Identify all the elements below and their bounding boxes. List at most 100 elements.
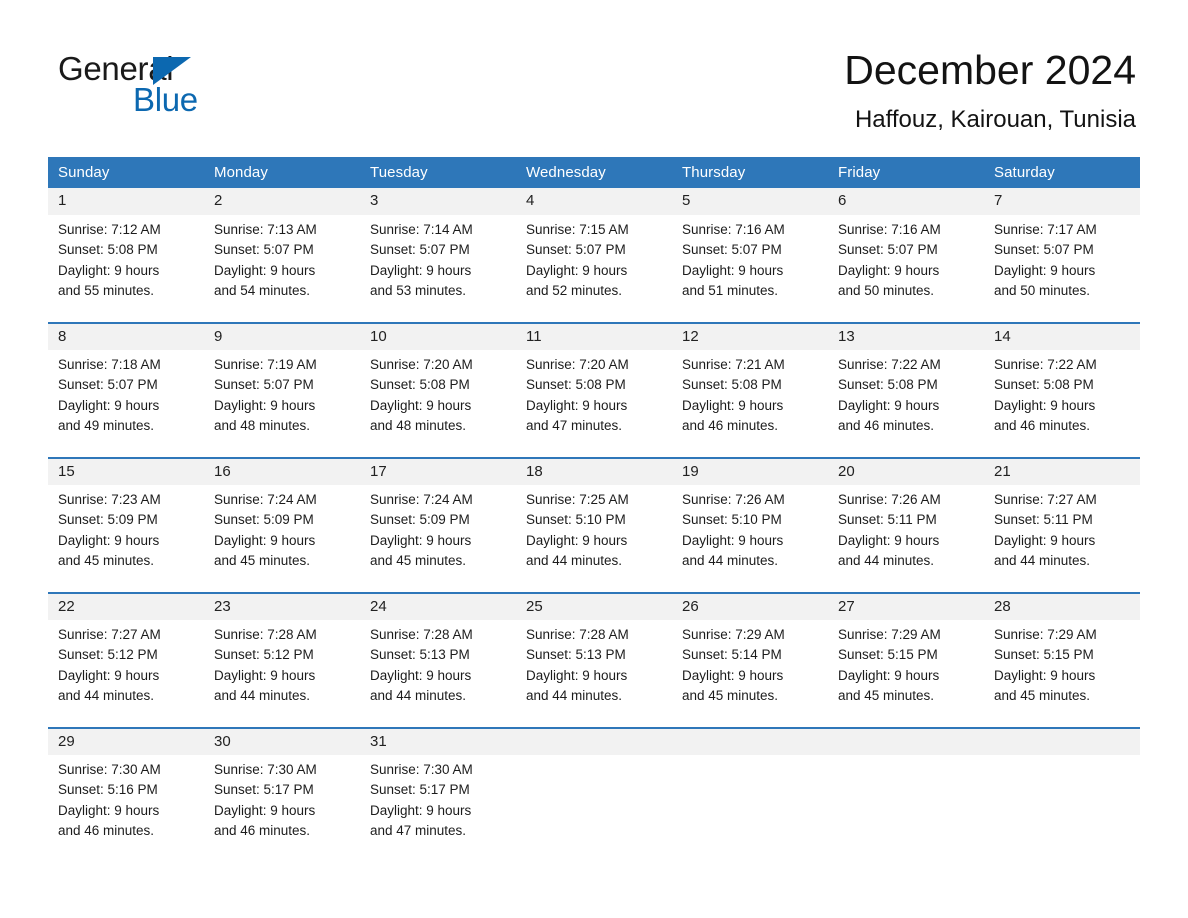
day-cell[interactable]: Sunrise: 7:12 AM Sunset: 5:08 PM Dayligh… — [48, 215, 204, 323]
day-cell[interactable]: Sunrise: 7:16 AM Sunset: 5:07 PM Dayligh… — [672, 215, 828, 323]
week-4-daynumber-row: 22 23 24 25 26 27 28 — [48, 592, 1140, 620]
day-cell[interactable]: Sunrise: 7:28 AM Sunset: 5:13 PM Dayligh… — [516, 620, 672, 728]
day-number: 21 — [984, 457, 1140, 485]
daylight-text-line2: and 46 minutes. — [682, 417, 779, 433]
day-cell-empty — [828, 755, 984, 863]
daylight-text-line2: and 45 minutes. — [682, 687, 779, 703]
week-2-daynumber-row: 8 9 10 11 12 13 14 — [48, 322, 1140, 350]
daylight-text-line2: and 55 minutes. — [58, 282, 155, 298]
day-cell[interactable]: Sunrise: 7:22 AM Sunset: 5:08 PM Dayligh… — [984, 350, 1140, 458]
weekday-header-tuesday: Tuesday — [360, 157, 516, 188]
daylight-text-line2: and 45 minutes. — [370, 552, 467, 568]
sunrise-text: Sunrise: 7:20 AM — [526, 357, 629, 372]
daylight-text-line1: Daylight: 9 hours — [994, 532, 1096, 548]
sunrise-text: Sunrise: 7:30 AM — [214, 762, 317, 777]
daylight-text-line2: and 44 minutes. — [370, 687, 467, 703]
sunrise-text: Sunrise: 7:21 AM — [682, 357, 785, 372]
sunset-text: Sunset: 5:10 PM — [526, 512, 626, 528]
day-number: 28 — [984, 592, 1140, 620]
daylight-text-line1: Daylight: 9 hours — [58, 802, 160, 818]
day-cell[interactable]: Sunrise: 7:20 AM Sunset: 5:08 PM Dayligh… — [516, 350, 672, 458]
day-cell[interactable]: Sunrise: 7:19 AM Sunset: 5:07 PM Dayligh… — [204, 350, 360, 458]
daylight-text-line2: and 45 minutes. — [994, 687, 1091, 703]
daylight-text-line2: and 44 minutes. — [994, 552, 1091, 568]
day-cell-empty — [672, 755, 828, 863]
day-number: 12 — [672, 322, 828, 350]
day-cell[interactable]: Sunrise: 7:27 AM Sunset: 5:12 PM Dayligh… — [48, 620, 204, 728]
daylight-text-line2: and 47 minutes. — [370, 822, 467, 838]
sunset-text: Sunset: 5:13 PM — [370, 647, 470, 663]
daylight-text-line2: and 51 minutes. — [682, 282, 779, 298]
sunset-text: Sunset: 5:09 PM — [370, 512, 470, 528]
sunset-text: Sunset: 5:11 PM — [994, 512, 1093, 528]
sunrise-text: Sunrise: 7:29 AM — [994, 627, 1097, 642]
day-number: 25 — [516, 592, 672, 620]
sunset-text: Sunset: 5:08 PM — [682, 377, 782, 393]
day-cell[interactable]: Sunrise: 7:21 AM Sunset: 5:08 PM Dayligh… — [672, 350, 828, 458]
day-cell[interactable]: Sunrise: 7:22 AM Sunset: 5:08 PM Dayligh… — [828, 350, 984, 458]
weekday-header-saturday: Saturday — [984, 157, 1140, 188]
day-cell[interactable]: Sunrise: 7:15 AM Sunset: 5:07 PM Dayligh… — [516, 215, 672, 323]
day-cell[interactable]: Sunrise: 7:30 AM Sunset: 5:16 PM Dayligh… — [48, 755, 204, 863]
day-number: 5 — [672, 188, 828, 215]
day-number: 20 — [828, 457, 984, 485]
day-cell[interactable]: Sunrise: 7:29 AM Sunset: 5:15 PM Dayligh… — [984, 620, 1140, 728]
daylight-text-line2: and 46 minutes. — [214, 822, 311, 838]
daylight-text-line1: Daylight: 9 hours — [838, 532, 940, 548]
sunrise-text: Sunrise: 7:28 AM — [526, 627, 629, 642]
day-cell[interactable]: Sunrise: 7:29 AM Sunset: 5:15 PM Dayligh… — [828, 620, 984, 728]
day-number: 22 — [48, 592, 204, 620]
day-cell[interactable]: Sunrise: 7:24 AM Sunset: 5:09 PM Dayligh… — [204, 485, 360, 593]
day-cell-empty — [984, 755, 1140, 863]
day-cell[interactable]: Sunrise: 7:28 AM Sunset: 5:13 PM Dayligh… — [360, 620, 516, 728]
day-number: 1 — [48, 188, 204, 215]
day-cell[interactable]: Sunrise: 7:26 AM Sunset: 5:11 PM Dayligh… — [828, 485, 984, 593]
calendar-table: Sunday Monday Tuesday Wednesday Thursday… — [48, 157, 1140, 863]
day-cell[interactable]: Sunrise: 7:28 AM Sunset: 5:12 PM Dayligh… — [204, 620, 360, 728]
day-cell[interactable]: Sunrise: 7:25 AM Sunset: 5:10 PM Dayligh… — [516, 485, 672, 593]
weekday-header-row: Sunday Monday Tuesday Wednesday Thursday… — [48, 157, 1140, 188]
sunrise-text: Sunrise: 7:24 AM — [370, 492, 473, 507]
daylight-text-line2: and 44 minutes. — [214, 687, 311, 703]
sunset-text: Sunset: 5:07 PM — [214, 377, 314, 393]
day-cell[interactable]: Sunrise: 7:23 AM Sunset: 5:09 PM Dayligh… — [48, 485, 204, 593]
day-cell[interactable]: Sunrise: 7:30 AM Sunset: 5:17 PM Dayligh… — [360, 755, 516, 863]
sunset-text: Sunset: 5:07 PM — [58, 377, 158, 393]
day-cell[interactable]: Sunrise: 7:27 AM Sunset: 5:11 PM Dayligh… — [984, 485, 1140, 593]
day-cell[interactable]: Sunrise: 7:14 AM Sunset: 5:07 PM Dayligh… — [360, 215, 516, 323]
daylight-text-line2: and 44 minutes. — [682, 552, 779, 568]
day-cell[interactable]: Sunrise: 7:18 AM Sunset: 5:07 PM Dayligh… — [48, 350, 204, 458]
generalblue-logo[interactable]: General Blue — [58, 52, 338, 118]
week-4-info-row: Sunrise: 7:27 AM Sunset: 5:12 PM Dayligh… — [48, 620, 1140, 728]
day-cell[interactable]: Sunrise: 7:20 AM Sunset: 5:08 PM Dayligh… — [360, 350, 516, 458]
calendar-page: General Blue December 2024 Haffouz, Kair… — [0, 0, 1188, 918]
sunset-text: Sunset: 5:12 PM — [214, 647, 314, 663]
day-cell[interactable]: Sunrise: 7:16 AM Sunset: 5:07 PM Dayligh… — [828, 215, 984, 323]
page-title: December 2024 — [844, 47, 1136, 93]
daylight-text-line2: and 48 minutes. — [370, 417, 467, 433]
week-3-daynumber-row: 15 16 17 18 19 20 21 — [48, 457, 1140, 485]
day-number-empty — [828, 727, 984, 755]
sunset-text: Sunset: 5:09 PM — [58, 512, 158, 528]
daylight-text-line1: Daylight: 9 hours — [370, 262, 472, 278]
sunset-text: Sunset: 5:07 PM — [526, 242, 626, 258]
day-cell[interactable]: Sunrise: 7:30 AM Sunset: 5:17 PM Dayligh… — [204, 755, 360, 863]
daylight-text-line2: and 46 minutes. — [994, 417, 1091, 433]
day-cell[interactable]: Sunrise: 7:24 AM Sunset: 5:09 PM Dayligh… — [360, 485, 516, 593]
day-number: 7 — [984, 188, 1140, 215]
sunrise-text: Sunrise: 7:16 AM — [682, 222, 785, 237]
sunrise-text: Sunrise: 7:17 AM — [994, 222, 1097, 237]
daylight-text-line1: Daylight: 9 hours — [58, 532, 160, 548]
day-cell[interactable]: Sunrise: 7:26 AM Sunset: 5:10 PM Dayligh… — [672, 485, 828, 593]
day-number: 31 — [360, 727, 516, 755]
day-cell[interactable]: Sunrise: 7:17 AM Sunset: 5:07 PM Dayligh… — [984, 215, 1140, 323]
daylight-text-line1: Daylight: 9 hours — [58, 397, 160, 413]
day-cell[interactable]: Sunrise: 7:29 AM Sunset: 5:14 PM Dayligh… — [672, 620, 828, 728]
daylight-text-line1: Daylight: 9 hours — [526, 532, 628, 548]
daylight-text-line1: Daylight: 9 hours — [682, 667, 784, 683]
sunrise-text: Sunrise: 7:28 AM — [214, 627, 317, 642]
daylight-text-line1: Daylight: 9 hours — [994, 397, 1096, 413]
week-5-daynumber-row: 29 30 31 — [48, 727, 1140, 755]
day-cell[interactable]: Sunrise: 7:13 AM Sunset: 5:07 PM Dayligh… — [204, 215, 360, 323]
daylight-text-line2: and 45 minutes. — [58, 552, 155, 568]
